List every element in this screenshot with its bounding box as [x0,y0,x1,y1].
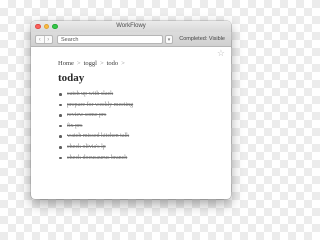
list-item[interactable]: fix prs [58,121,133,132]
bullet-icon[interactable] [59,103,62,107]
breadcrumb-separator: > [76,60,81,67]
list-item-text[interactable]: check olivia's lp [67,144,106,150]
title-bar: WorkFlowy [31,21,231,32]
app-window: WorkFlowy ‹ › Search ▾ Completed: Visibl… [31,21,231,199]
toolbar: ‹ › Search ▾ Completed: Visible [31,32,231,47]
bullet-icon[interactable] [59,124,62,128]
list-item[interactable]: check docusaurus branch [58,153,133,164]
breadcrumb-separator: > [121,60,125,67]
bullet-list: catch up with slack prepare for weekly m… [58,89,133,163]
back-button[interactable]: ‹ [36,36,44,43]
list-item-text[interactable]: fix prs [67,123,83,129]
bullet-icon[interactable] [59,114,62,117]
list-item-text[interactable]: check docusaurus branch [67,155,127,161]
list-item-text[interactable]: watch missed kitchen talk [67,133,129,139]
breadcrumb: Home > toggl > todo > [58,60,128,67]
breadcrumb-separator: > [99,60,104,67]
window-title: WorkFlowy [116,23,146,29]
list-item[interactable]: catch up with slack [58,89,133,100]
breadcrumb-toggl[interactable]: toggl [84,60,97,67]
forward-button[interactable]: › [43,36,53,43]
search-input[interactable]: Search [57,35,163,44]
list-item-text[interactable]: catch up with slack [67,91,113,97]
page-title[interactable]: today [58,72,84,84]
bullet-icon[interactable] [59,156,62,160]
bullet-icon[interactable] [59,135,62,138]
completed-visibility-toggle[interactable]: Completed: Visible [179,35,225,44]
bullet-icon[interactable] [59,93,62,96]
list-item[interactable]: prepare for weekly meeting [58,100,133,111]
list-item-text[interactable]: review some prs [67,112,106,118]
star-icon[interactable]: ☆ [217,48,225,58]
list-item-text[interactable]: prepare for weekly meeting [67,102,133,108]
bullet-icon[interactable] [59,145,62,149]
nav-buttons: ‹ › [35,35,53,44]
document-area: ☆ Home > toggl > todo > today catch up with s… [31,47,231,199]
breadcrumb-todo[interactable]: todo [107,60,119,67]
list-item[interactable]: check olivia's lp [58,142,133,153]
list-item[interactable]: watch missed kitchen talk [58,131,133,142]
breadcrumb-home[interactable]: Home [58,60,74,67]
list-item[interactable]: review some prs [58,110,133,121]
search-options-button[interactable]: ▾ [165,35,173,44]
